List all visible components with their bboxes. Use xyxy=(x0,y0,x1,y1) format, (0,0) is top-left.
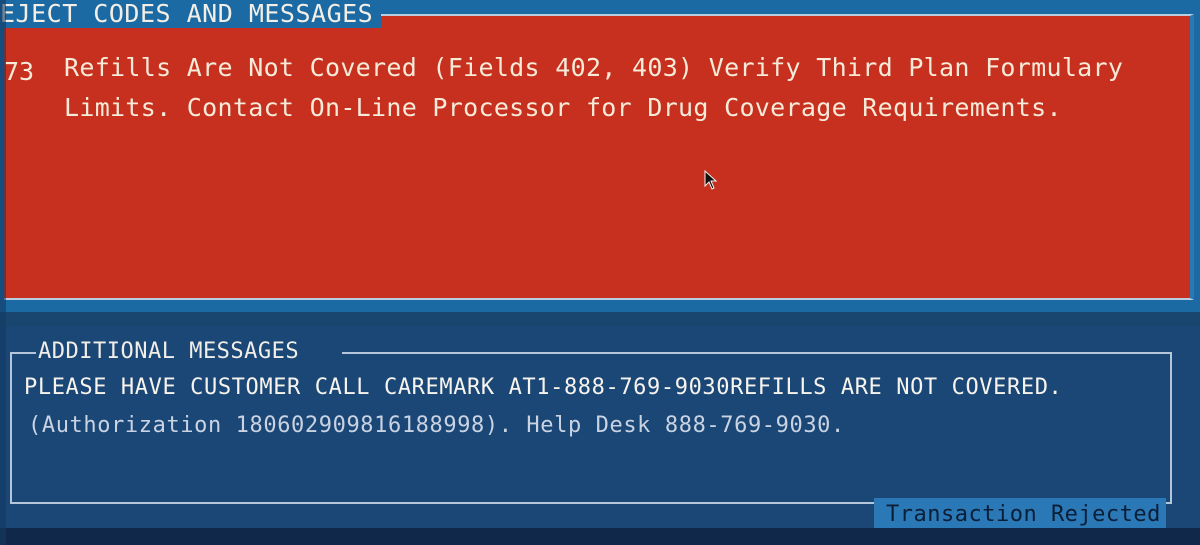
additional-message-line: PLEASE HAVE CUSTOMER CALL CAREMARK AT1-8… xyxy=(24,375,1063,400)
reject-code: 73 xyxy=(4,57,35,86)
reject-codes-legend: EJECT CODES AND MESSAGES xyxy=(0,0,382,28)
screen-left-edge xyxy=(0,0,6,545)
mouse-pointer-icon xyxy=(704,170,718,190)
additional-messages-panel: ADDITIONAL MESSAGES PLEASE HAVE CUSTOMER… xyxy=(0,326,1200,545)
authorization-message-line: (Authorization 180602909816188998). Help… xyxy=(28,413,845,438)
reject-codes-panel: 73 Refills Are Not Covered (Fields 402, … xyxy=(0,0,1200,312)
screen-bottom-edge xyxy=(0,528,1200,545)
pos-transaction-screen: 73 Refills Are Not Covered (Fields 402, … xyxy=(0,0,1200,545)
additional-messages-legend: ADDITIONAL MESSAGES xyxy=(38,339,300,364)
reject-message-box: 73 Refills Are Not Covered (Fields 402, … xyxy=(4,14,1194,300)
reject-message-text: Refills Are Not Covered (Fields 402, 403… xyxy=(64,53,1124,122)
panel-divider xyxy=(0,312,1200,326)
transaction-status-label: Transaction Rejected xyxy=(886,502,1161,527)
